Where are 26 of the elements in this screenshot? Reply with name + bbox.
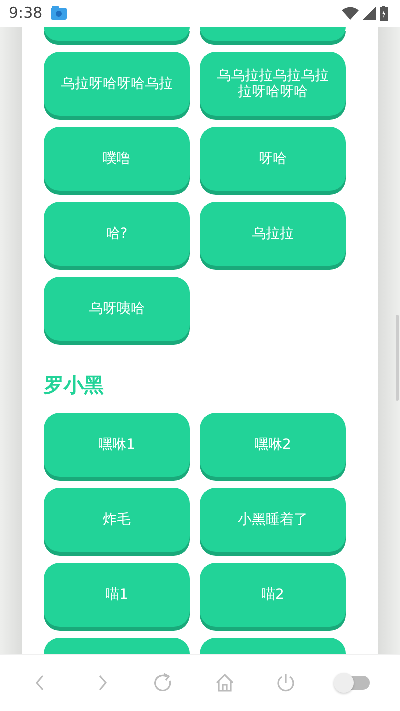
sound-button[interactable]	[44, 26, 190, 41]
power-icon[interactable]	[274, 672, 297, 694]
sound-button[interactable]: 喵2	[200, 562, 346, 627]
sound-button[interactable]: 乌乌拉拉乌拉乌拉拉呀哈呀哈	[200, 52, 346, 116]
sound-button[interactable]: 哈?	[44, 202, 190, 266]
sound-button[interactable]: 噗噜	[44, 126, 190, 191]
clock-time: 9:38	[9, 4, 43, 22]
section-heading: 罗小黑	[44, 372, 105, 399]
wifi-icon	[342, 6, 359, 20]
signal-icon	[363, 6, 376, 20]
home-icon[interactable]	[214, 672, 236, 694]
sound-button[interactable]: 嘿咻2	[200, 412, 346, 477]
toggle-switch[interactable]	[336, 676, 370, 690]
sound-button[interactable]: 呀哈	[200, 126, 346, 191]
sound-button[interactable]	[200, 26, 346, 41]
sound-button[interactable]: 嘿咻1	[44, 412, 190, 477]
sound-button[interactable]	[200, 638, 346, 654]
sound-button[interactable]: 乌呀咦哈	[44, 276, 190, 341]
sound-button[interactable]	[44, 638, 190, 654]
sound-button[interactable]: 喵1	[44, 562, 190, 627]
sound-button[interactable]: 乌拉拉	[200, 202, 346, 266]
battery-icon	[380, 6, 388, 21]
sound-button[interactable]: 乌拉呀哈呀哈乌拉	[44, 52, 190, 116]
app-notification-icon	[50, 6, 67, 20]
sound-button[interactable]: 小黑睡着了	[200, 488, 346, 552]
sound-button[interactable]: 炸毛	[44, 488, 190, 552]
